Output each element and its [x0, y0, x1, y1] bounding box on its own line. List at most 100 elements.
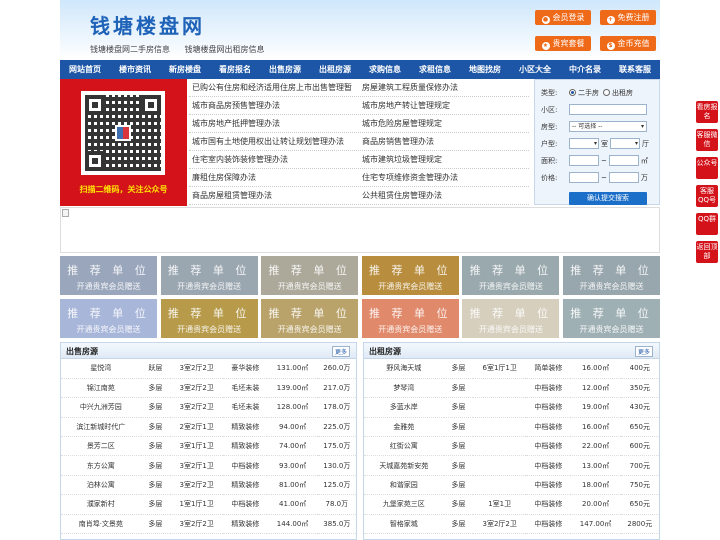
- float-back-to-top[interactable]: 返回顶部: [696, 241, 718, 263]
- vip-package-button[interactable]: ★ 贵宾套餐: [535, 36, 591, 51]
- ad-banner-broken-image[interactable]: [60, 207, 660, 253]
- recommend-unit-tile[interactable]: 推 荐 单 位开通贵宾会员赠送: [60, 299, 157, 338]
- recommend-unit-tile[interactable]: 推 荐 单 位开通贵宾会员赠送: [563, 256, 660, 295]
- table-cell[interactable]: 东方公寓: [61, 455, 141, 476]
- table-cell[interactable]: 南肖埠·文景苑: [61, 514, 141, 535]
- policy-link[interactable]: 住宅专项维修资金管理办法: [359, 169, 529, 186]
- nav-contact[interactable]: 联系客服: [610, 60, 660, 79]
- table-row[interactable]: 滨江新城时代广 多层 2室2厅1卫 精致装修 94.00㎡ 225.0万: [61, 417, 356, 438]
- nav-news[interactable]: 楼市资讯: [110, 60, 160, 79]
- recommend-unit-tile[interactable]: 推 荐 单 位开通贵宾会员赠送: [361, 299, 459, 338]
- site-title[interactable]: 钱塘楼盘网: [90, 10, 205, 39]
- layout-select[interactable]: -- 可选择 -- ▾: [569, 121, 647, 132]
- recommend-unit-tile[interactable]: 推 荐 单 位开通贵宾会员赠送: [563, 299, 660, 338]
- nav-for-rent[interactable]: 出租房源: [310, 60, 360, 79]
- rooms-select[interactable]: ▾: [569, 138, 599, 149]
- rent-more-link[interactable]: 更多: [634, 346, 653, 357]
- login-button[interactable]: ● 会员登录: [535, 10, 591, 25]
- table-row[interactable]: 红街公寓 多层 中档装修 22.00㎡ 600元: [364, 436, 659, 457]
- table-cell[interactable]: 锦江南苑: [61, 378, 141, 399]
- nav-map[interactable]: 地图找房: [460, 60, 510, 79]
- table-row[interactable]: 星悦湾 跃层 3室2厅2卫 豪华装修 131.00㎡ 260.0万: [61, 359, 356, 379]
- table-row[interactable]: 梦琴湾 多层 中档装修 12.00㎡ 350元: [364, 378, 659, 399]
- table-cell[interactable]: 梦琴湾: [364, 378, 444, 399]
- table-cell[interactable]: 和谐嘉苑: [364, 533, 444, 539]
- policy-link[interactable]: 商品房销售管理办法: [359, 133, 529, 150]
- table-cell[interactable]: 红街公寓: [364, 436, 444, 457]
- nav-wanted-buy[interactable]: 求购信息: [360, 60, 410, 79]
- nav-for-sale[interactable]: 出售房源: [260, 60, 310, 79]
- table-row[interactable]: 泊林公寓 多层 3室2厅2卫 精致装修 81.00㎡ 125.0万: [61, 475, 356, 496]
- table-row[interactable]: 中兴九洲芳园 多层 3室2厅2卫 毛坯未装 128.00㎡ 178.0万: [61, 397, 356, 418]
- recommend-unit-tile[interactable]: 推 荐 单 位开通贵宾会员赠送: [462, 256, 560, 295]
- table-row[interactable]: 锦江南苑 多层 3室2厅2卫 毛坯未装 139.00㎡ 217.0万: [61, 378, 356, 399]
- recommend-unit-tile[interactable]: 推 荐 单 位开通贵宾会员赠送: [361, 256, 459, 295]
- recommend-unit-tile[interactable]: 推 荐 单 位开通贵宾会员赠送: [261, 299, 359, 338]
- table-cell[interactable]: 泊林公寓: [61, 475, 141, 496]
- community-input[interactable]: [569, 104, 647, 115]
- table-row[interactable]: 智格家城 多层 3室2厅2卫 中档装修 147.00㎡ 2800元: [364, 514, 659, 535]
- table-cell[interactable]: 九堡家苑三区: [364, 494, 444, 515]
- table-row[interactable]: 野风海天城 多层 6室1厅1卫 简单装修 16.00㎡ 400元: [364, 359, 659, 379]
- table-cell[interactable]: 多蓝水岸: [364, 397, 444, 418]
- float-qq-group[interactable]: QQ群: [696, 213, 718, 235]
- halls-select[interactable]: ▾: [610, 138, 640, 149]
- policy-link[interactable]: 房屋建筑工程质量保修办法: [359, 79, 529, 96]
- policy-link[interactable]: 城市商品房预售管理办法: [189, 97, 359, 114]
- float-official-account[interactable]: 公众号: [696, 157, 718, 179]
- submit-search-button[interactable]: 确认提交搜索: [569, 192, 647, 205]
- price-max-input[interactable]: [608, 172, 639, 183]
- nav-viewing-signup[interactable]: 看房报名: [210, 60, 260, 79]
- table-cell[interactable]: 智格家城: [364, 514, 444, 535]
- recommend-unit-tile[interactable]: 推 荐 单 位开通贵宾会员赠送: [160, 299, 258, 338]
- table-cell[interactable]: 和谐家园: [364, 475, 444, 496]
- table-cell[interactable]: 昆仑红苹果: [61, 533, 141, 539]
- float-viewing-signup[interactable]: 看房报名: [696, 101, 718, 123]
- table-row[interactable]: 金雅苑 多层 中档装修 16.00㎡ 650元: [364, 417, 659, 438]
- nav-wanted-rent[interactable]: 求租信息: [410, 60, 460, 79]
- nav-home[interactable]: 网站首页: [60, 60, 110, 79]
- policy-link[interactable]: 城市危险房屋管理规定: [359, 115, 529, 132]
- table-row[interactable]: 和谐家园 多层 中档装修 18.00㎡ 750元: [364, 475, 659, 496]
- coin-recharge-button[interactable]: $ 金币充值: [600, 36, 656, 51]
- table-cell[interactable]: 中兴九洲芳园: [61, 397, 141, 418]
- type-rental[interactable]: 出租房: [603, 88, 633, 98]
- area-max-input[interactable]: [608, 155, 639, 166]
- recommend-unit-tile[interactable]: 推 荐 单 位开通贵宾会员赠送: [462, 299, 560, 338]
- register-button[interactable]: + 免费注册: [600, 10, 656, 25]
- table-row[interactable]: 濮家新村 多层 1室1厅1卫 中档装修 41.00㎡ 78.0万: [61, 494, 356, 515]
- sale-more-link[interactable]: 更多: [331, 346, 350, 357]
- table-cell[interactable]: 天城嘉苑新安苑: [364, 455, 444, 476]
- table-row[interactable]: 南肖埠·文景苑 多层 3室2厅2卫 精致装修 144.00㎡ 385.0万: [61, 514, 356, 535]
- float-service-wechat[interactable]: 客服微信: [696, 129, 718, 151]
- table-cell[interactable]: 濮家新村: [61, 494, 141, 515]
- policy-link[interactable]: 公共租赁住房管理办法: [359, 187, 529, 204]
- float-service-qq[interactable]: 客服QQ号: [696, 185, 718, 207]
- second-hand-link[interactable]: 钱塘楼盘网二手房信息: [90, 45, 170, 54]
- price-min-input[interactable]: [569, 172, 599, 183]
- table-row[interactable]: 景芳二区 多层 3室1厅1卫 精致装修 74.00㎡ 175.0万: [61, 436, 356, 457]
- nav-agencies[interactable]: 中介名录: [560, 60, 610, 79]
- table-cell[interactable]: 金雅苑: [364, 417, 444, 438]
- policy-link[interactable]: 已购公有住房和经济适用住房上市出售管理暂: [189, 79, 359, 96]
- table-row[interactable]: 东方公寓 多层 3室2厅1卫 中档装修 93.00㎡ 130.0万: [61, 455, 356, 476]
- table-cell[interactable]: 滨江新城时代广: [61, 417, 141, 438]
- table-cell[interactable]: 野风海天城: [364, 359, 444, 379]
- policy-link[interactable]: 住宅室内装饰装修管理办法: [189, 151, 359, 168]
- table-cell[interactable]: 景芳二区: [61, 436, 141, 457]
- policy-link[interactable]: 城市房地产抵押管理办法: [189, 115, 359, 132]
- rental-link[interactable]: 钱塘楼盘网出租房信息: [185, 45, 265, 54]
- table-cell[interactable]: 星悦湾: [61, 359, 141, 379]
- policy-link[interactable]: 商品房屋租赁管理办法: [189, 187, 359, 204]
- area-min-input[interactable]: [569, 155, 599, 166]
- table-row[interactable]: 昆仑红苹果多层3室1厅1卫毛坯未装108.00㎡168.0万: [61, 533, 356, 539]
- type-second-hand[interactable]: 二手房: [569, 88, 599, 98]
- policy-link[interactable]: 城市国有土地使用权出让转让规划管理办法: [189, 133, 359, 150]
- table-row[interactable]: 和谐嘉苑多层 中档装修16.00㎡630元: [364, 533, 659, 539]
- table-row[interactable]: 九堡家苑三区 多层 1室1卫 中档装修 20.00㎡ 650元: [364, 494, 659, 515]
- policy-link[interactable]: 城市房地产转让管理规定: [359, 97, 529, 114]
- policy-link[interactable]: 廉租住房保障办法: [189, 169, 359, 186]
- nav-new-homes[interactable]: 新房楼盘: [160, 60, 210, 79]
- table-row[interactable]: 天城嘉苑新安苑 多层 中档装修 13.00㎡ 700元: [364, 455, 659, 476]
- table-row[interactable]: 多蓝水岸 多层 中档装修 19.00㎡ 430元: [364, 397, 659, 418]
